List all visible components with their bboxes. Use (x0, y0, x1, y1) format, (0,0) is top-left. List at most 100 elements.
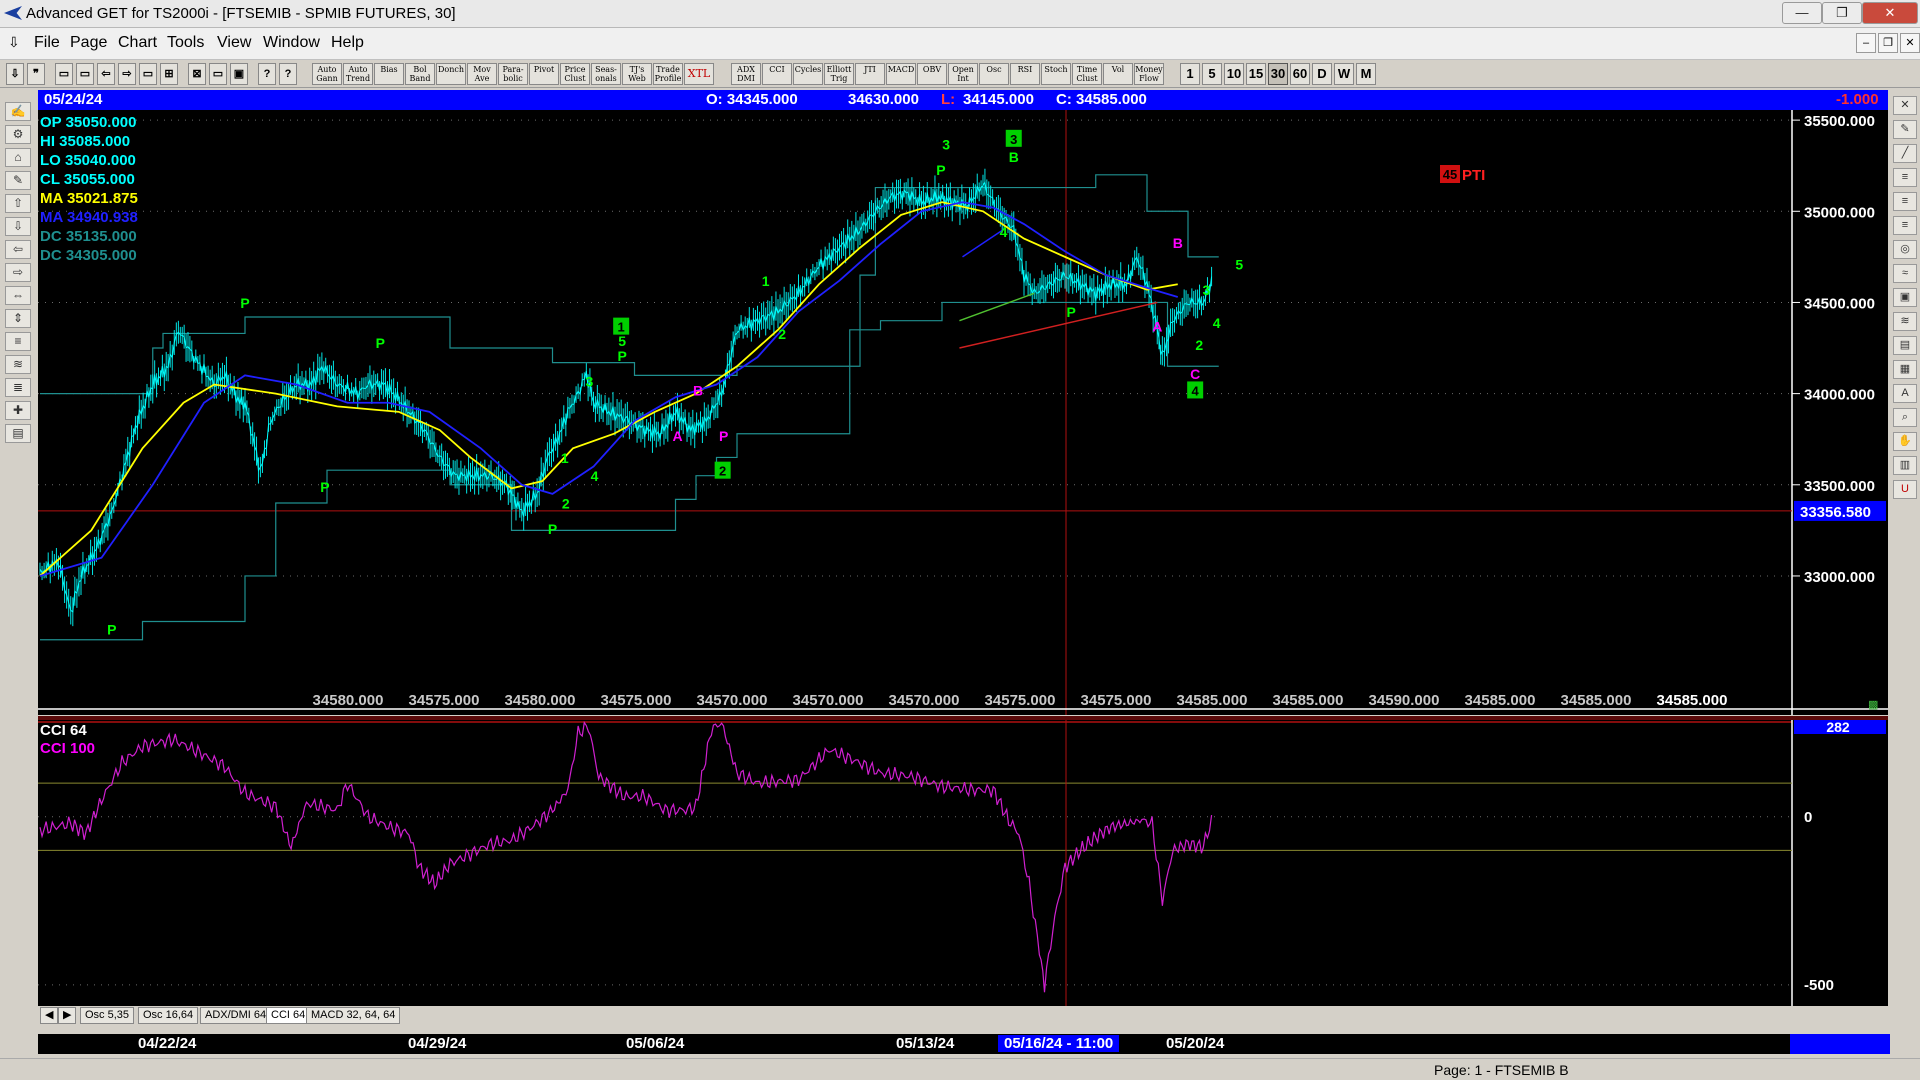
interval-button-5[interactable]: 5 (1202, 63, 1222, 85)
study-button-price-clust[interactable]: Price Clust (560, 63, 590, 85)
toolbar-tool-icon[interactable]: ▭ (55, 63, 73, 85)
trendline-icon[interactable]: ╱ (1893, 144, 1917, 163)
mdi-close-button[interactable]: ✕ (1900, 33, 1920, 53)
interval-button-d[interactable]: D (1312, 63, 1332, 85)
delete-icon[interactable]: ✕ (1893, 96, 1917, 115)
toolbar-tool-icon[interactable]: ⇦ (97, 63, 115, 85)
reset-icon[interactable]: ⌂ (5, 148, 31, 167)
ellipse-icon[interactable]: ▣ (1893, 288, 1917, 307)
wave-icon[interactable]: ≈ (1893, 264, 1917, 283)
menu-tools[interactable]: Tools (167, 34, 204, 52)
study-button-open-int[interactable]: Open Int (948, 63, 978, 85)
down-arrow-icon[interactable]: ⇦ (5, 240, 31, 259)
toolbar-tool-icon[interactable]: ▭ (139, 63, 157, 85)
gann-icon[interactable]: ≣ (5, 378, 31, 397)
maximize-button[interactable]: ❐ (1822, 2, 1862, 24)
study-button-xtl[interactable]: XTL (684, 63, 714, 85)
interval-button-m[interactable]: M (1356, 63, 1376, 85)
toolbar-tool-icon[interactable]: ? (279, 63, 297, 85)
study-button-pivot[interactable]: Pivot (529, 63, 559, 85)
fib-ext-icon[interactable]: ≡ (1893, 192, 1917, 211)
study-button-adx-dmi[interactable]: ADX DMI (731, 63, 761, 85)
fib-time-icon[interactable]: ≡ (1893, 216, 1917, 235)
interval-button-60[interactable]: 60 (1290, 63, 1310, 85)
study-button-elliott-trig[interactable]: Elliott Trig (824, 63, 854, 85)
study-button-auto-gann[interactable]: Auto Gann (312, 63, 342, 85)
study-button-jti[interactable]: JTI (855, 63, 885, 85)
list-icon[interactable]: ▥ (1893, 456, 1917, 475)
study-button-para-bolic[interactable]: Para-bolic (498, 63, 528, 85)
menu-chart[interactable]: Chart (118, 34, 157, 52)
study-button-cycles[interactable]: Cycles (793, 63, 823, 85)
tab-osc-16-64[interactable]: Osc 16,64 (138, 1007, 199, 1024)
fib-ret-icon[interactable]: ≡ (1893, 168, 1917, 187)
wizard-icon[interactable]: ⚙ (5, 125, 31, 144)
interval-button-10[interactable]: 10 (1224, 63, 1244, 85)
study-button-bol-band[interactable]: Bol Band (405, 63, 435, 85)
interval-button-w[interactable]: W (1334, 63, 1354, 85)
tab-cci-64[interactable]: CCI 64 (266, 1007, 311, 1024)
menu-window[interactable]: Window (263, 34, 320, 52)
crosshair-icon[interactable]: ▤ (5, 424, 31, 443)
right-arrow-icon[interactable]: ⇔ (5, 286, 31, 305)
study-button-seas-onals[interactable]: Seas-onals (591, 63, 621, 85)
doc-icon[interactable]: ⇩ (8, 34, 20, 51)
study-button-money-flow[interactable]: Money Flow (1134, 63, 1164, 85)
tab-osc-5-35[interactable]: Osc 5,35 (80, 1007, 135, 1024)
left-arrow-icon[interactable]: ⇨ (5, 263, 31, 282)
minimize-button[interactable]: — (1782, 2, 1822, 24)
fib-icon[interactable]: ✚ (5, 401, 31, 420)
expand-icon[interactable]: ⇕ (5, 309, 31, 328)
channel-icon[interactable]: ≋ (1893, 312, 1917, 331)
study-button-obv[interactable]: OBV (917, 63, 947, 85)
study-button-osc[interactable]: Osc (979, 63, 1009, 85)
elliott-icon[interactable]: ⇧ (5, 194, 31, 213)
study-button-tj-s-web[interactable]: TJ's Web (622, 63, 652, 85)
cci-chart[interactable]: 282 0 -500 CCI 64 CCI 100 (38, 719, 1888, 1008)
interval-button-15[interactable]: 15 (1246, 63, 1266, 85)
menu-view[interactable]: View (217, 34, 251, 52)
toolbar-tool-icon[interactable]: ⊞ (160, 63, 178, 85)
toolbar-tool-icon[interactable]: ⇩ (6, 63, 24, 85)
toolbar-tool-icon[interactable]: ▣ (230, 63, 248, 85)
text-icon[interactable]: A (1893, 384, 1917, 403)
up-arrow-icon[interactable]: ⇩ (5, 217, 31, 236)
circle-icon[interactable]: ◎ (1893, 240, 1917, 259)
study-button-bias[interactable]: Bias (374, 63, 404, 85)
lines-icon[interactable]: ≋ (5, 355, 31, 374)
price-chart[interactable]: 35500.000 35000.000 34500.000 34000.000 3350… (38, 110, 1888, 715)
study-button-time-clust[interactable]: Time Clust (1072, 63, 1102, 85)
toolbar-tool-icon[interactable]: ▭ (76, 63, 94, 85)
interval-button-1[interactable]: 1 (1180, 63, 1200, 85)
toolbar-tool-icon[interactable]: ▭ (209, 63, 227, 85)
undo-icon[interactable]: U (1893, 480, 1917, 499)
toolbar-tool-icon[interactable]: ❞ (27, 63, 45, 85)
tab-scroll-right[interactable]: ▶ (58, 1007, 77, 1024)
grid-icon[interactable]: ▦ (1893, 360, 1917, 379)
study-button-rsi[interactable]: RSI (1010, 63, 1040, 85)
study-icon[interactable]: ✎ (5, 171, 31, 190)
study-button-cci[interactable]: CCI (762, 63, 792, 85)
mdi-minimize-button[interactable]: – (1856, 33, 1876, 53)
study-button-auto-trend[interactable]: Auto Trend (343, 63, 373, 85)
tab-macd-32-64-64[interactable]: MACD 32, 64, 64 (306, 1007, 401, 1024)
study-button-stoch[interactable]: Stoch (1041, 63, 1071, 85)
pti-icon[interactable]: ▤ (1893, 336, 1917, 355)
study-button-mov-ave[interactable]: Mov Ave (467, 63, 497, 85)
study-button-vol[interactable]: Vol (1103, 63, 1133, 85)
menu-page[interactable]: Page (70, 34, 107, 52)
study-button-macd[interactable]: MACD (886, 63, 916, 85)
hand-icon[interactable]: ✋ (1893, 432, 1917, 451)
study-button-trade-profile[interactable]: Trade Profile (653, 63, 683, 85)
close-button[interactable]: ✕ (1862, 2, 1918, 24)
toolbar-tool-icon[interactable]: ⇨ (118, 63, 136, 85)
mdi-restore-button[interactable]: ❐ (1878, 33, 1898, 53)
draw-icon[interactable]: ✍ (5, 102, 31, 121)
tab-adx-dmi-64[interactable]: ADX/DMI 64 (200, 1007, 272, 1024)
contract-icon[interactable]: ≡ (5, 332, 31, 351)
tab-scroll-left[interactable]: ◀ (40, 1007, 59, 1024)
menu-help[interactable]: Help (331, 34, 364, 52)
menu-file[interactable]: File (34, 34, 60, 52)
zoom-icon[interactable]: ⌕ (1893, 408, 1917, 427)
toolbar-tool-icon[interactable]: ? (258, 63, 276, 85)
